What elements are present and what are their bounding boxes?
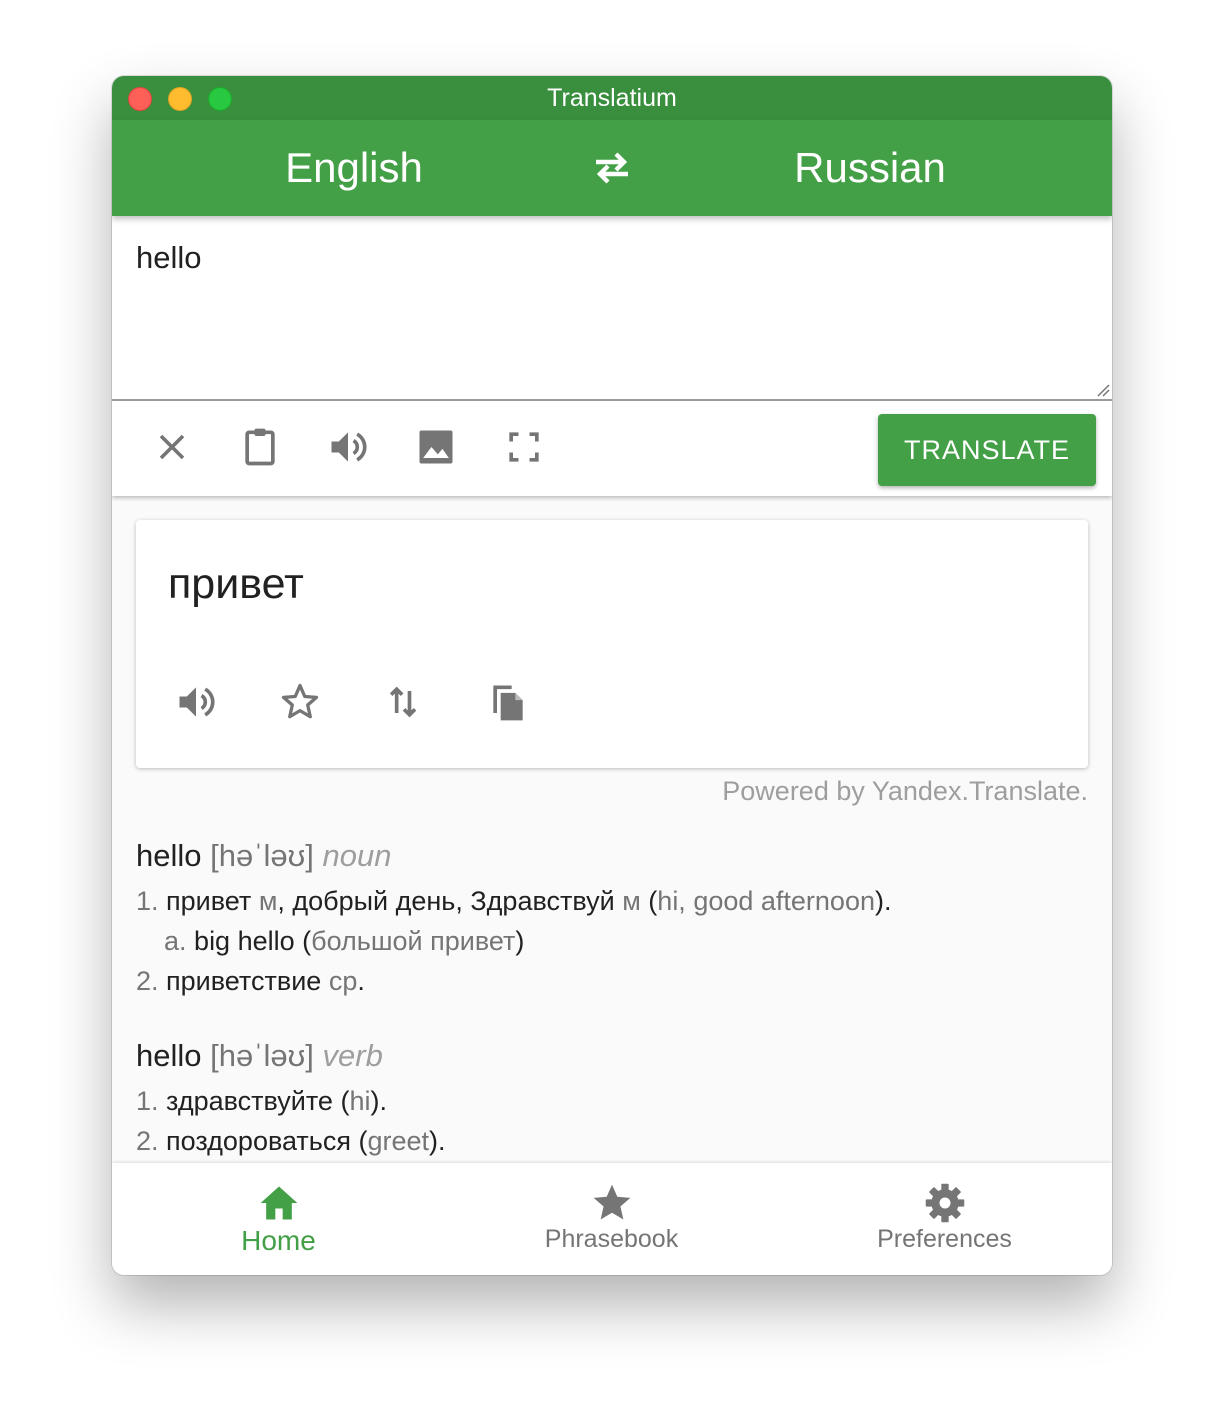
attribution-text: Powered by Yandex.Translate.: [722, 776, 1088, 806]
translate-button[interactable]: TRANSLATE: [878, 414, 1096, 486]
dictionary-entry-header: hello [həˈləʊ] noun: [136, 838, 392, 874]
entry-part-of-speech: noun: [322, 838, 392, 873]
star-icon: [593, 1184, 630, 1220]
input-textarea[interactable]: hello: [112, 216, 1112, 401]
nav-home[interactable]: Home: [112, 1163, 445, 1275]
definition-example: a. big hello (большой привет): [164, 926, 525, 956]
swap-languages-icon[interactable]: [588, 148, 636, 188]
clipboard-icon[interactable]: [238, 425, 282, 469]
definition-item: 2. приветствие ср.: [136, 966, 365, 996]
result-card: привет: [136, 520, 1088, 768]
source-language-button[interactable]: English: [254, 120, 454, 216]
window-title: Translatium: [547, 84, 677, 112]
result-speaker-icon[interactable]: [174, 680, 218, 724]
fullscreen-icon[interactable]: [502, 425, 546, 469]
input-toolbar: TRANSLATE: [112, 401, 1112, 496]
definition-item: 2. поздороваться (greet).: [136, 1126, 446, 1156]
nav-home-label: Home: [241, 1225, 316, 1256]
nav-preferences[interactable]: Preferences: [778, 1163, 1111, 1275]
entry-ipa: [həˈləʊ]: [210, 1038, 314, 1073]
title-bar: Translatium: [112, 76, 1112, 120]
gear-icon: [925, 1183, 964, 1223]
copy-icon[interactable]: [486, 680, 530, 724]
home-icon: [260, 1186, 297, 1220]
swap-vertical-icon[interactable]: [382, 680, 426, 724]
dictionary-entry-header: hello [həˈləʊ] verb: [136, 1038, 383, 1074]
target-language-button[interactable]: Russian: [770, 120, 970, 216]
image-icon[interactable]: [414, 425, 458, 469]
entry-ipa: [həˈləʊ]: [210, 838, 314, 873]
resize-grip-icon[interactable]: [1094, 381, 1110, 397]
clear-icon[interactable]: [150, 425, 194, 469]
definition-item: 1. здравствуйте (hi).: [136, 1086, 387, 1116]
nav-preferences-label: Preferences: [877, 1225, 1012, 1253]
input-text: hello: [136, 240, 202, 275]
entry-word: hello: [136, 838, 202, 873]
speaker-icon[interactable]: [326, 425, 370, 469]
definition-item: 1. привет м, добрый день, Здравствуй м (…: [136, 886, 892, 916]
nav-phrasebook-label: Phrasebook: [544, 1225, 679, 1253]
nav-phrasebook[interactable]: Phrasebook: [445, 1163, 778, 1275]
language-bar: English Russian: [112, 120, 1112, 216]
entry-part-of-speech: verb: [322, 1038, 383, 1073]
app-window: Translatium English Russian hello TRANSL…: [112, 76, 1112, 1275]
entry-word: hello: [136, 1038, 202, 1073]
translation-output: привет: [168, 560, 304, 608]
bottom-navigation: Home Phrasebook Preferences: [112, 1163, 1112, 1275]
star-outline-icon[interactable]: [278, 680, 322, 724]
